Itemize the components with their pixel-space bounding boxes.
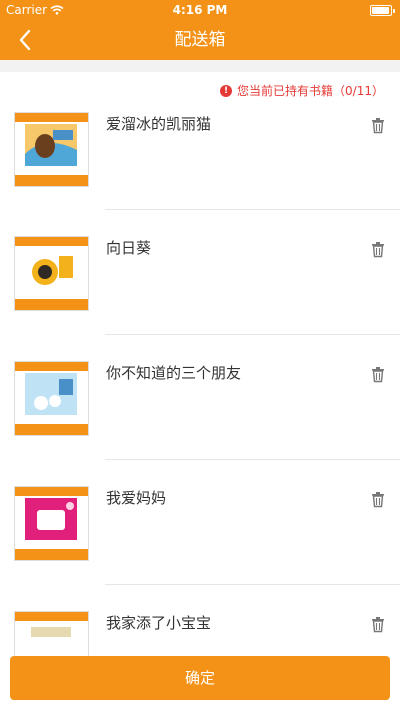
warning-icon: ! [220,84,233,97]
notice-text: 您当前已持有书籍（0/11） [237,84,384,98]
book-title: 向日葵 [106,239,152,257]
confirm-button[interactable]: 确定 [10,656,390,700]
book-cover [14,611,89,656]
battery-icon [370,5,395,16]
list-item: 向日葵 [0,210,400,335]
trash-icon[interactable] [369,365,387,383]
list-item: 爱溜冰的凯丽猫 [0,110,400,210]
footer-bar: 确定 [0,656,400,710]
header-bar: Carrier 4:16 PM 配送箱 [0,0,400,60]
list-item: 我爱妈妈 [0,460,400,585]
trash-icon[interactable] [369,240,387,258]
trash-icon[interactable] [369,615,387,633]
page-title: 配送箱 [174,30,226,50]
book-title: 爱溜冰的凯丽猫 [106,115,212,133]
trash-icon[interactable] [369,116,387,134]
book-cover [14,236,89,311]
book-cover [14,112,89,187]
list-item: 你不知道的三个朋友 [0,335,400,460]
list-item: 我家添了小宝宝 [0,585,400,656]
trash-icon[interactable] [369,490,387,508]
book-cover [14,486,89,561]
notice-bar: ! 您当前已持有书籍（0/11） [0,72,400,110]
status-bar: Carrier 4:16 PM [0,0,400,20]
book-title: 我爱妈妈 [106,489,167,507]
book-cover [14,361,89,436]
book-title: 我家添了小宝宝 [106,614,212,632]
book-limit-notice: ! 您当前已持有书籍（0/11） [220,82,384,99]
book-title: 你不知道的三个朋友 [106,364,242,382]
status-time: 4:16 PM [172,3,228,17]
book-list[interactable]: 爱溜冰的凯丽猫 向日葵 你不知道的三个朋友 我爱妈妈 我家添了小宝宝 [0,110,400,656]
